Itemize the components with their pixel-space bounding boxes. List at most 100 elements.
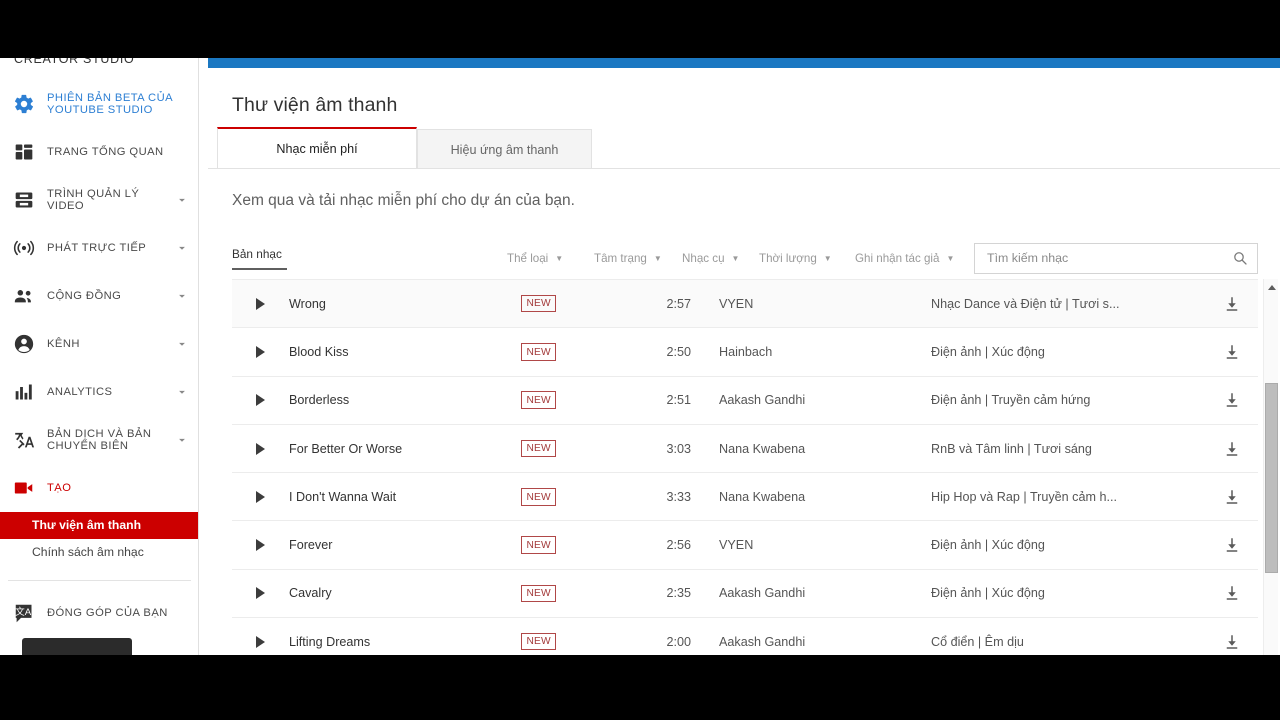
- download-icon: [1223, 488, 1241, 506]
- play-button[interactable]: [232, 490, 289, 503]
- chevron-down-icon: ▼: [653, 253, 662, 263]
- download-button[interactable]: [1206, 343, 1258, 361]
- download-button[interactable]: [1206, 295, 1258, 313]
- track-genre: Nhạc Dance và Điện tử | Tươi s...: [931, 296, 1120, 311]
- letterbox-top: [0, 0, 1280, 58]
- download-button[interactable]: [1206, 391, 1258, 409]
- track-artist: Hainbach: [719, 344, 773, 359]
- track-artist: Nana Kwabena: [719, 489, 806, 504]
- search-input[interactable]: [987, 251, 1232, 265]
- sidebar-subitem-music-policy[interactable]: Chính sách âm nhạc: [0, 539, 198, 566]
- sidebar-item-translations[interactable]: BẢN DỊCH VÀ BẢN CHUYỂN BIÊN: [0, 416, 198, 464]
- table-row[interactable]: Cavalry NEW 2:35 Aakash Gandhi Điện ảnh | Xú…: [232, 570, 1258, 619]
- play-button[interactable]: [232, 442, 289, 455]
- track-duration: 2:56: [666, 538, 691, 553]
- track-genre: Hip Hop và Rap | Truyền cảm h...: [931, 489, 1117, 504]
- download-button[interactable]: [1206, 633, 1258, 651]
- sidebar-item-live-streaming[interactable]: PHÁT TRỰC TIẾP: [0, 224, 198, 272]
- table-row[interactable]: Forever NEW 2:56 VYEN Điện ảnh | Xúc động: [232, 521, 1258, 570]
- play-button[interactable]: [232, 587, 289, 600]
- play-icon: [256, 635, 265, 648]
- download-button[interactable]: [1206, 536, 1258, 554]
- download-icon: [1223, 343, 1241, 361]
- status-badge: NEW: [521, 439, 557, 458]
- tab-bar: Nhạc miễn phí Hiệu ứng âm thanh: [217, 127, 592, 169]
- new-badge-cell: NEW: [521, 439, 606, 458]
- table-row[interactable]: Blood Kiss NEW 2:50 Hainbach Điện ảnh | Xúc …: [232, 328, 1258, 377]
- table-row[interactable]: For Better Or Worse NEW 3:03 Nana Kwabena Rn…: [232, 425, 1258, 474]
- column-header-track[interactable]: Bản nhạc: [232, 247, 507, 270]
- content-inner: Thư viện âm thanh Nhạc miễn phí Hiệu ứng…: [208, 68, 1280, 720]
- chevron-down-icon: [175, 385, 189, 399]
- dashboard-icon: [12, 140, 36, 164]
- filter-mood[interactable]: Tâm trạng ▼: [594, 252, 682, 265]
- filter-genre[interactable]: Thể loại ▼: [507, 252, 594, 265]
- status-badge: NEW: [521, 294, 557, 313]
- sidebar-item-label: PHIÊN BẢN BETA CỦA YOUTUBE STUDIO: [47, 91, 173, 117]
- sidebar-item-label: PHÁT TRỰC TIẾP: [47, 241, 147, 254]
- new-badge-cell: NEW: [521, 584, 606, 603]
- bar-chart-icon: [12, 380, 36, 404]
- play-button[interactable]: [232, 635, 289, 648]
- filter-attribution[interactable]: Ghi nhận tác giả ▼: [855, 252, 965, 265]
- chevron-down-icon: [175, 289, 189, 303]
- track-title: Borderless: [289, 393, 350, 408]
- download-button[interactable]: [1206, 488, 1258, 506]
- search-box[interactable]: [974, 242, 1258, 274]
- play-button[interactable]: [232, 539, 289, 552]
- sidebar-item-create[interactable]: TẠO: [0, 464, 198, 512]
- tab-label: Nhạc miễn phí: [276, 142, 358, 156]
- chevron-down-icon: ▼: [946, 253, 955, 263]
- content-area: Thư viện âm thanh Nhạc miễn phí Hiệu ứng…: [199, 0, 1280, 720]
- scrollbar-thumb[interactable]: [1265, 383, 1278, 573]
- filter-instrument[interactable]: Nhạc cụ ▼: [682, 252, 759, 265]
- track-title: Blood Kiss: [289, 344, 349, 359]
- track-genre: RnB và Tâm linh | Tươi sáng: [931, 441, 1092, 456]
- track-duration: 2:57: [666, 296, 691, 311]
- svg-text:文A: 文A: [15, 605, 32, 617]
- filter-duration[interactable]: Thời lượng ▼: [759, 252, 855, 265]
- sidebar-item-community[interactable]: CỘNG ĐỒNG: [0, 272, 198, 320]
- sidebar-item-label: TRÌNH QUẢN LÝ VIDEO: [47, 187, 140, 213]
- new-badge-cell: NEW: [521, 488, 606, 506]
- sidebar-item-your-contribution[interactable]: 文A ĐÓNG GÓP CỦA BẠN: [0, 589, 198, 637]
- sidebar-item-dashboard[interactable]: TRANG TỔNG QUAN: [0, 128, 198, 176]
- chevron-down-icon: ▼: [731, 253, 740, 263]
- play-icon: [256, 297, 265, 310]
- table-row[interactable]: Wrong NEW 2:57 VYEN Nhạc Dance và Điện tử | …: [232, 280, 1258, 329]
- chevron-down-icon: [175, 337, 189, 351]
- table-row[interactable]: Borderless NEW 2:51 Aakash Gandhi Điện ảnh |…: [232, 377, 1258, 425]
- tab-sound-effects[interactable]: Hiệu ứng âm thanh: [417, 129, 592, 169]
- download-icon: [1223, 584, 1241, 602]
- new-badge-cell: NEW: [521, 536, 606, 554]
- chevron-down-icon: [175, 241, 189, 255]
- chevron-down-icon: [175, 433, 189, 447]
- sidebar-item-youtube-studio-beta[interactable]: PHIÊN BẢN BETA CỦA YOUTUBE STUDIO: [0, 80, 198, 128]
- play-button[interactable]: [232, 297, 289, 310]
- sidebar-item-channel[interactable]: KÊNH: [0, 320, 198, 368]
- status-badge: NEW: [521, 343, 557, 361]
- top-accent-bar: [208, 58, 1280, 68]
- sidebar-divider: [8, 580, 191, 581]
- play-icon: [256, 442, 265, 455]
- scroll-up-button[interactable]: [1264, 279, 1279, 295]
- track-title: I Don't Wanna Wait: [289, 489, 397, 504]
- caret-up-icon: [1267, 284, 1276, 290]
- download-button[interactable]: [1206, 584, 1258, 602]
- download-button[interactable]: [1206, 440, 1258, 458]
- play-button[interactable]: [232, 394, 289, 407]
- sidebar-item-label: CỘNG ĐỒNG: [47, 289, 122, 302]
- download-icon: [1223, 391, 1241, 409]
- play-button[interactable]: [232, 345, 289, 358]
- sidebar-subitem-audio-library[interactable]: Thư viện âm thanh: [0, 512, 198, 539]
- search-icon[interactable]: [1232, 250, 1248, 266]
- sidebar-item-label: ĐÓNG GÓP CỦA BẠN: [47, 606, 168, 619]
- table-row[interactable]: I Don't Wanna Wait NEW 3:33 Nana Kwabena Hip…: [232, 473, 1258, 522]
- sidebar-item-analytics[interactable]: ANALYTICS: [0, 368, 198, 416]
- track-table-scrollbar[interactable]: [1263, 279, 1278, 720]
- filter-instrument-label: Nhạc cụ: [682, 251, 725, 265]
- track-genre: Điện ảnh | Xúc động: [931, 344, 1045, 359]
- chevron-down-icon: ▼: [823, 253, 832, 263]
- sidebar-item-video-manager[interactable]: TRÌNH QUẢN LÝ VIDEO: [0, 176, 198, 224]
- tab-free-music[interactable]: Nhạc miễn phí: [217, 127, 417, 169]
